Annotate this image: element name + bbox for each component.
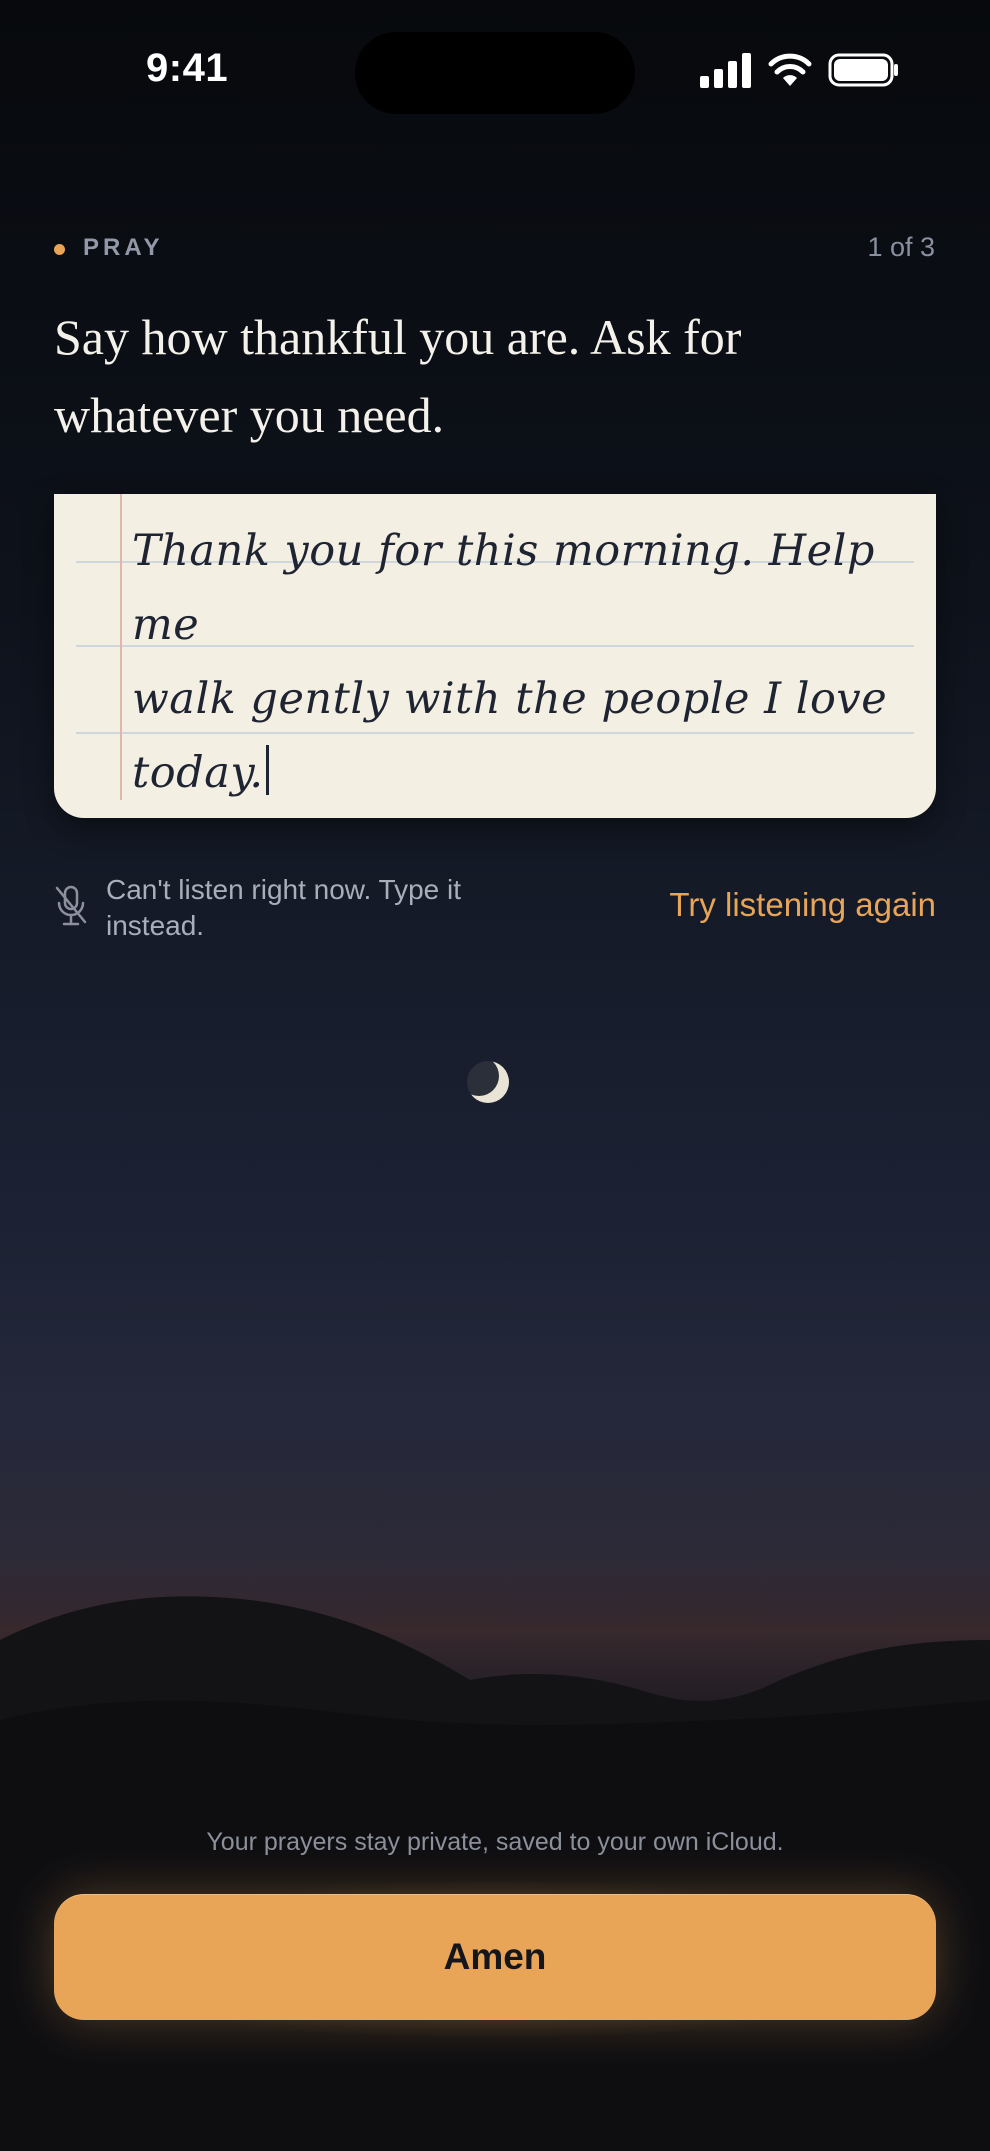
prompt-heading: Say how thankful you are. Ask for whatev…: [54, 309, 742, 443]
note-line: walk gently with the people I love: [132, 674, 888, 724]
text-caret: [265, 745, 269, 795]
prayer-note-field[interactable]: Thank you for this morning. Help me walk…: [54, 494, 936, 818]
privacy-note: Your prayers stay private, saved to your…: [206, 1828, 784, 1856]
cellular-signal-icon: [700, 53, 751, 88]
status-icons: [700, 52, 900, 92]
battery-icon: [828, 53, 898, 87]
crescent-moon-icon: [467, 1061, 509, 1103]
try-listening-again-button[interactable]: Try listening again: [669, 886, 936, 924]
prayer-note-text[interactable]: Thank you for this morning. Help me walk…: [132, 514, 922, 810]
wifi-icon: [768, 53, 812, 86]
mic-off-icon: [55, 885, 87, 926]
prayer-screen: 9:41 PRAY 1 of 3 Say how thankful you ar…: [0, 0, 990, 2151]
status-time: 9:41: [146, 46, 229, 90]
note-line: today.: [132, 748, 264, 798]
note-margin-line: [120, 494, 122, 800]
amen-button[interactable]: Amen: [54, 1894, 936, 2020]
dynamic-island: [355, 32, 635, 114]
step-counter: 1 of 3: [867, 232, 935, 262]
listening-status-text: Can't listen right now. Type it instead.: [106, 874, 462, 941]
step-indicator-dot: [54, 244, 65, 255]
note-line-last: today.: [132, 736, 922, 810]
step-label: PRAY: [83, 234, 164, 261]
note-line: Thank you for this morning. Help me: [132, 526, 875, 650]
